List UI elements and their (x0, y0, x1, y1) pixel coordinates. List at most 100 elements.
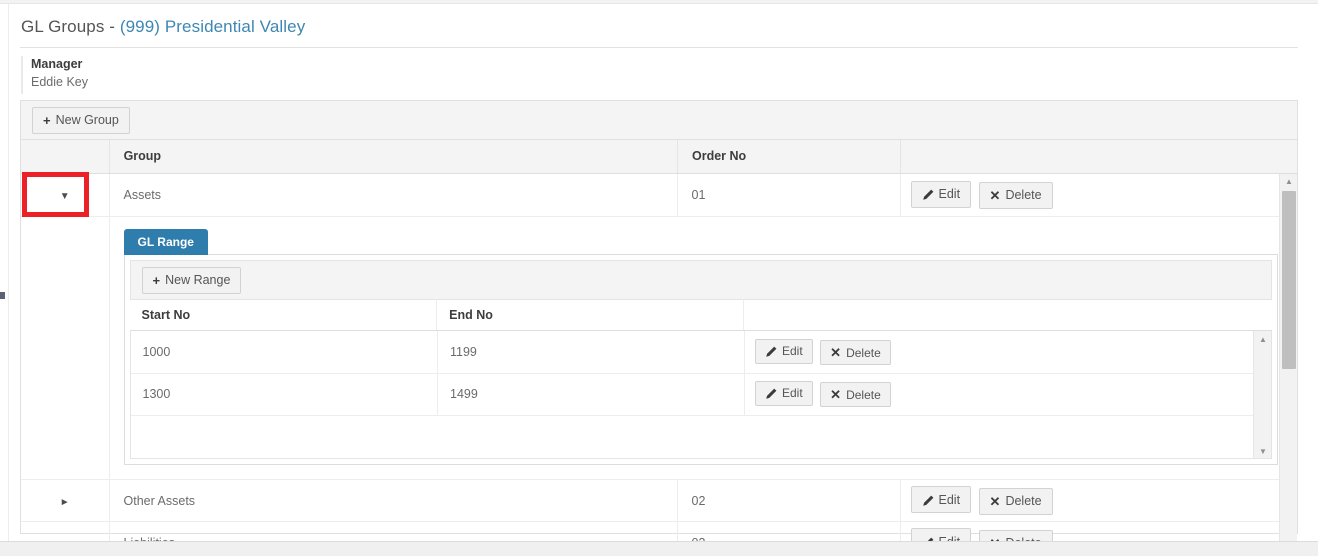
column-header-start-no: Start No (129, 299, 438, 331)
table-header-row: Group Order No (21, 140, 1297, 174)
table-row[interactable]: ► Liabilities 03 Edit ✕ (21, 521, 1296, 541)
edit-label: Edit (782, 344, 803, 358)
column-header-actions (900, 140, 1297, 174)
close-icon: ✕ (830, 387, 842, 403)
page-title: GL Groups - (999) Presidential Valley (21, 17, 1308, 37)
cell-actions: Edit ✕ Delete (900, 521, 1296, 541)
inner-table-row[interactable]: 1000 1199 Edit ✕ Delete (130, 331, 1272, 374)
cell-group-name: Other Assets (109, 479, 678, 522)
edit-button[interactable]: Edit (910, 180, 972, 208)
gl-groups-vertical-scrollbar[interactable]: ▲ ▼ (1279, 173, 1297, 541)
cell-range-actions: Edit ✕ Delete (744, 331, 1272, 374)
edit-button[interactable]: Edit (755, 380, 813, 406)
delete-label: Delete (846, 345, 881, 360)
gl-groups-scroll-area: ▼ Assets 01 Edit ✕ Delete GL Range + New… (21, 173, 1297, 541)
left-edge-marker (0, 292, 5, 299)
collapse-toggle-icon[interactable]: ▼ (60, 191, 70, 202)
edit-button[interactable]: Edit (910, 528, 972, 541)
row-toggle-cell-assets[interactable]: ▼ (21, 173, 110, 217)
expand-toggle-icon[interactable]: ► (60, 497, 70, 508)
cell-group-name: Liabilities (109, 521, 678, 541)
cell-range-actions: Edit ✕ Delete (744, 373, 1272, 416)
gl-range-vertical-scrollbar[interactable]: ▲ ▼ (1253, 331, 1271, 458)
gl-groups-body-table: ▼ Assets 01 Edit ✕ Delete GL Range + New… (21, 173, 1296, 541)
cell-end-no: 1499 (437, 373, 745, 416)
column-header-range-actions (743, 299, 1272, 331)
delete-label: Delete (846, 387, 881, 402)
close-icon: ✕ (989, 188, 1001, 203)
pencil-icon (765, 388, 777, 400)
new-range-label: New Range (165, 273, 231, 288)
manager-value: Eddie Key (31, 75, 88, 89)
cell-order-no: 03 (677, 521, 901, 541)
pencil-icon (765, 346, 777, 358)
new-group-button[interactable]: + New Group (32, 107, 130, 134)
table-row[interactable]: ▼ Assets 01 Edit ✕ Delete (21, 173, 1296, 217)
manager-block: Manager Eddie Key (21, 56, 1308, 94)
delete-label: Delete (1005, 188, 1042, 203)
page-root: GL Groups - (999) Presidential Valley Ma… (0, 0, 1318, 556)
cell-start-no: 1300 (130, 373, 438, 416)
new-range-button[interactable]: + New Range (141, 267, 242, 294)
scrollbar-thumb[interactable] (1282, 190, 1296, 369)
row-toggle-cell-liabilities[interactable]: ► (21, 521, 110, 541)
edit-label: Edit (938, 186, 961, 201)
delete-label: Delete (1005, 494, 1042, 508)
delete-button[interactable]: ✕ Delete (978, 529, 1053, 541)
detail-tabstrip: GL Range (123, 229, 1279, 255)
scroll-down-icon[interactable]: ▼ (1254, 443, 1271, 458)
bottom-chrome-strip (0, 541, 1318, 556)
edit-label: Edit (938, 492, 961, 507)
plus-icon: + (152, 273, 161, 288)
cell-group-name: Assets (109, 173, 678, 217)
cell-actions: Edit ✕ Delete (900, 479, 1296, 522)
edit-button[interactable]: Edit (755, 338, 813, 364)
gl-range-tabpanel: + New Range Start No End No 1000 1199 Ed… (123, 254, 1278, 465)
scroll-up-icon[interactable]: ▲ (1254, 331, 1271, 347)
manager-label: Manager (31, 57, 83, 71)
delete-button[interactable]: ✕ Delete (978, 487, 1053, 515)
cell-start-no: 1000 (130, 331, 438, 374)
title-divider (20, 47, 1298, 48)
column-header-group: Group (109, 140, 679, 174)
page-left-gutter (0, 4, 9, 541)
page-right-gutter (1309, 4, 1318, 541)
table-row[interactable]: ► Other Assets 02 Edit ✕ Delete (21, 479, 1296, 522)
page-title-link[interactable]: (999) Presidential Valley (120, 17, 306, 36)
edit-label: Edit (782, 386, 803, 401)
edit-button[interactable]: Edit (910, 486, 972, 514)
page-content: GL Groups - (999) Presidential Valley Ma… (10, 4, 1308, 541)
column-header-toggle (21, 140, 110, 174)
close-icon: ✕ (989, 493, 1001, 509)
column-header-order-no: Order No (677, 140, 902, 174)
gl-groups-panel: + New Group Group Order No ▼ Assets 01 E… (20, 100, 1298, 541)
detail-cell: GL Range + New Range Start No End No 100… (109, 216, 1296, 480)
cell-order-no: 01 (677, 173, 901, 217)
cell-end-no: 1199 (437, 331, 745, 374)
inner-table-row[interactable]: 1300 1499 Edit ✕ Delete (130, 373, 1272, 416)
row-toggle-cell-other-assets[interactable]: ► (21, 479, 110, 522)
column-header-end-no: End No (436, 299, 745, 331)
delete-button[interactable]: ✕ Delete (820, 340, 891, 365)
gl-range-header-table: Start No End No (129, 299, 1272, 331)
pencil-icon (922, 495, 934, 507)
gl-range-body-table: 1000 1199 Edit ✕ Delete 1300 1499 Edit ✕… (130, 331, 1272, 416)
close-icon: ✕ (830, 345, 842, 360)
delete-button[interactable]: ✕ Delete (978, 182, 1053, 209)
gl-groups-header-table: Group Order No (21, 140, 1297, 174)
plus-icon: + (43, 113, 51, 128)
tab-gl-range[interactable]: GL Range (123, 229, 208, 255)
groups-toolbar: + New Group (21, 101, 1297, 140)
gl-range-toolbar: + New Range (129, 260, 1272, 299)
gl-range-detail: GL Range + New Range Start No End No 100… (109, 217, 1296, 479)
delete-button[interactable]: ✕ Delete (820, 382, 891, 408)
gl-range-scroll-area: 1000 1199 Edit ✕ Delete 1300 1499 Edit ✕… (129, 331, 1272, 459)
cell-order-no: 02 (677, 479, 901, 522)
cell-actions: Edit ✕ Delete (900, 173, 1296, 217)
scroll-up-icon[interactable]: ▲ (1280, 174, 1297, 190)
pencil-icon (922, 189, 934, 201)
new-group-label: New Group (55, 113, 119, 128)
page-title-prefix: GL Groups - (21, 17, 120, 36)
table-detail-row: GL Range + New Range Start No End No 100… (21, 216, 1296, 480)
inner-table-header-row: Start No End No (129, 299, 1272, 331)
